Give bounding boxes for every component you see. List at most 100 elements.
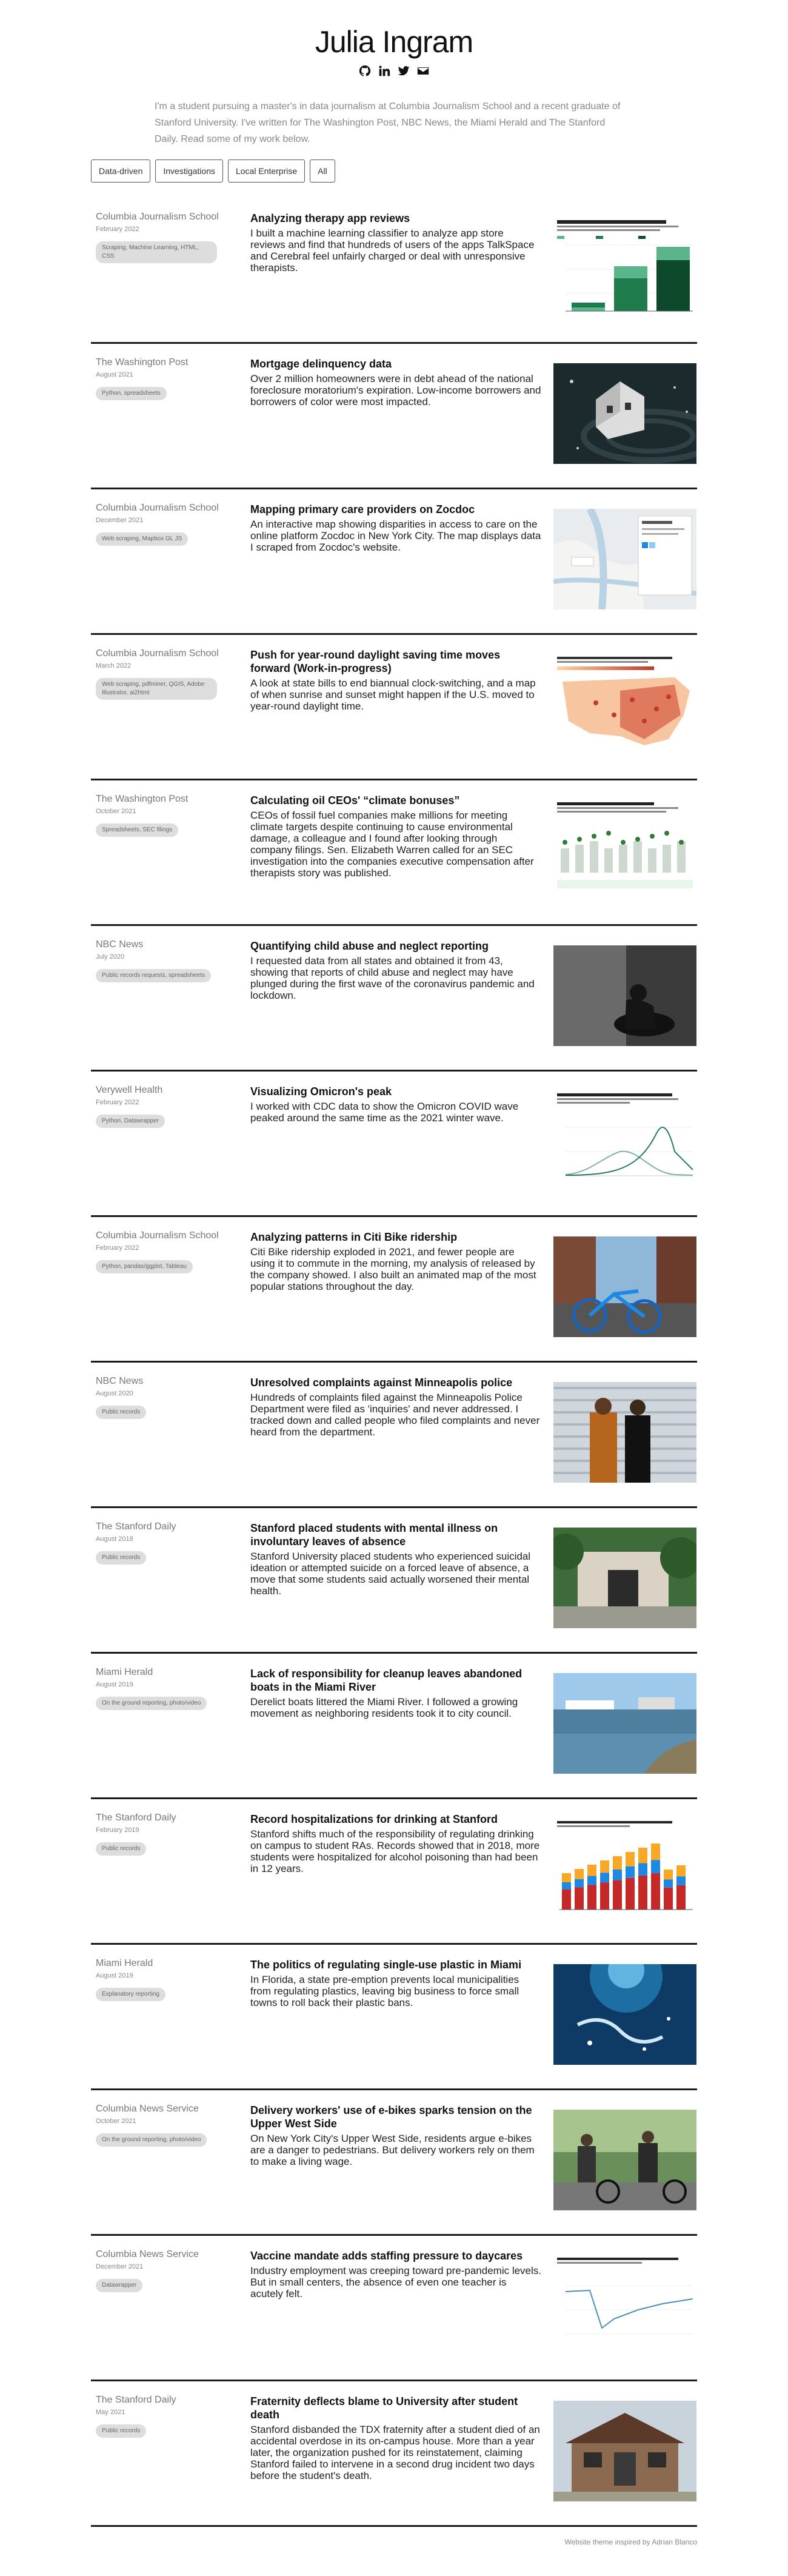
project-tags: Spreadsheets, SEC filings bbox=[96, 823, 179, 837]
project-description: A look at state bills to end biannual cl… bbox=[250, 677, 536, 712]
project-title-link[interactable]: Vaccine mandate adds staffing pressure t… bbox=[250, 2249, 541, 2262]
project-outlet: Columbia Journalism School bbox=[96, 503, 219, 513]
bar-chart-thumb[interactable] bbox=[553, 218, 696, 318]
project-meta: Miami Herald August 2019 On the ground r… bbox=[96, 1667, 247, 1710]
line-chart-thumb[interactable] bbox=[553, 1091, 696, 1192]
project-item[interactable]: Miami Herald August 2019 On the ground r… bbox=[91, 1654, 697, 1799]
project-title-link[interactable]: Mapping primary care providers on Zocdoc bbox=[250, 503, 541, 516]
project-tags: On the ground reporting, photo/video bbox=[96, 2133, 207, 2147]
project-meta: Columbia Journalism School March 2022 We… bbox=[96, 648, 247, 700]
river-photo-thumb[interactable] bbox=[553, 1673, 696, 1774]
filter-data-driven[interactable]: Data-driven bbox=[91, 159, 151, 183]
us-map-thumb[interactable] bbox=[553, 654, 696, 755]
project-description: Industry employment was creeping toward … bbox=[250, 2265, 542, 2299]
bikes-photo-thumb[interactable] bbox=[553, 1236, 696, 1337]
ebikes-photo-thumb[interactable] bbox=[553, 2110, 696, 2210]
project-item[interactable]: The Washington Post October 2021 Spreads… bbox=[91, 780, 697, 926]
project-tags: On the ground reporting, photo/video bbox=[96, 1697, 207, 1710]
project-item[interactable]: Columbia Journalism School February 2022… bbox=[91, 1217, 697, 1363]
project-description: Stanford disbanded the TDX fraternity af… bbox=[250, 2424, 540, 2481]
project-description: Over 2 million homeowners were in debt a… bbox=[250, 373, 541, 408]
project-item[interactable]: Columbia News Service December 2021 Data… bbox=[91, 2236, 697, 2381]
project-title-link[interactable]: Unresolved complaints against Minneapoli… bbox=[250, 1376, 541, 1389]
project-item[interactable]: Columbia Journalism School December 2021… bbox=[91, 489, 697, 635]
project-description: I requested data from all states and obt… bbox=[250, 955, 535, 1001]
project-description: In Florida, a state pre-emption prevents… bbox=[250, 1974, 519, 2008]
project-title-link[interactable]: Visualizing Omicron's peak bbox=[250, 1085, 541, 1098]
project-body: Lack of responsibility for cleanup leave… bbox=[250, 1667, 541, 1719]
project-meta: Verywell Health February 2022 Python, Da… bbox=[96, 1085, 247, 1128]
project-title-link[interactable]: Push for year-round daylight saving time… bbox=[250, 648, 541, 675]
project-item[interactable]: Columbia Journalism School February 2022… bbox=[91, 198, 697, 344]
project-meta: Miami Herald August 2019 Explanatory rep… bbox=[96, 1958, 247, 2001]
filter-investigations[interactable]: Investigations bbox=[155, 159, 223, 183]
project-outlet: Verywell Health bbox=[96, 1085, 163, 1095]
people-photo-thumb[interactable] bbox=[553, 1382, 696, 1483]
project-list: Columbia Journalism School February 2022… bbox=[0, 198, 788, 2527]
project-title-link[interactable]: Quantifying child abuse and neglect repo… bbox=[250, 939, 541, 953]
project-item[interactable]: Verywell Health February 2022 Python, Da… bbox=[91, 1072, 697, 1217]
project-title-link[interactable]: Lack of responsibility for cleanup leave… bbox=[250, 1667, 541, 1694]
project-outlet: The Stanford Daily bbox=[96, 2395, 176, 2405]
project-outlet: Columbia News Service bbox=[96, 2249, 199, 2259]
page: Julia Ingram I'm a student pursuing a ma… bbox=[0, 0, 788, 2576]
project-title-link[interactable]: Stanford placed students with mental ill… bbox=[250, 1521, 541, 1548]
house-photo-thumb[interactable] bbox=[553, 2401, 696, 2501]
filter-bar: Data-driven Investigations Local Enterpr… bbox=[91, 159, 788, 183]
project-body: Visualizing Omicron's peak I worked with… bbox=[250, 1085, 541, 1124]
project-item[interactable]: NBC News July 2020 Public records reques… bbox=[91, 926, 697, 1072]
project-body: Mortgage delinquency data Over 2 million… bbox=[250, 357, 541, 408]
project-date: February 2022 bbox=[96, 1244, 139, 1252]
project-date: December 2021 bbox=[96, 517, 144, 524]
project-item[interactable]: Miami Herald August 2019 Explanatory rep… bbox=[91, 1945, 697, 2090]
ocean-photo-thumb[interactable] bbox=[553, 1964, 696, 2065]
project-item[interactable]: The Stanford Daily August 2018 Public re… bbox=[91, 1508, 697, 1654]
project-body: Analyzing therapy app reviews I built a … bbox=[250, 212, 541, 273]
project-date: October 2021 bbox=[96, 2118, 136, 2125]
project-meta: The Stanford Daily February 2019 Public … bbox=[96, 1813, 247, 1856]
map-thumb[interactable] bbox=[553, 509, 696, 609]
project-item[interactable]: Columbia Journalism School March 2022 We… bbox=[91, 635, 697, 780]
project-item[interactable]: The Washington Post August 2021 Python, … bbox=[91, 344, 697, 489]
bw-photo-thumb[interactable] bbox=[553, 945, 696, 1046]
project-title-link[interactable]: Calculating oil CEOs' “climate bonuses” bbox=[250, 794, 541, 807]
project-tags: Web scraping, Mapbox GL JS bbox=[96, 532, 189, 546]
linkedin-icon[interactable] bbox=[378, 64, 391, 78]
project-description: Hundreds of complaints filed against the… bbox=[250, 1392, 540, 1438]
project-body: Calculating oil CEOs' “climate bonuses” … bbox=[250, 794, 541, 879]
building-photo-thumb[interactable] bbox=[553, 1528, 696, 1628]
filter-local-enterprise[interactable]: Local Enterprise bbox=[227, 159, 306, 183]
project-date: February 2022 bbox=[96, 1099, 139, 1106]
project-title-link[interactable]: Fraternity deflects blame to University … bbox=[250, 2395, 541, 2421]
project-title-link[interactable]: The politics of regulating single-use pl… bbox=[250, 1958, 541, 1971]
project-body: Record hospitalizations for drinking at … bbox=[250, 1813, 541, 1874]
project-item[interactable]: Columbia News Service October 2021 On th… bbox=[91, 2090, 697, 2236]
project-item[interactable]: The Stanford Daily May 2021 Public recor… bbox=[91, 2381, 697, 2527]
project-body: Vaccine mandate adds staffing pressure t… bbox=[250, 2249, 541, 2299]
project-item[interactable]: NBC News August 2020 Public records Unre… bbox=[91, 1363, 697, 1508]
project-meta: The Stanford Daily August 2018 Public re… bbox=[96, 1521, 247, 1565]
footer-credit: Website theme inspired by Adrian Blanco bbox=[564, 2538, 697, 2546]
project-body: Unresolved complaints against Minneapoli… bbox=[250, 1376, 541, 1438]
twitter-icon[interactable] bbox=[397, 64, 410, 78]
stacked-bar-thumb[interactable] bbox=[553, 1819, 696, 1919]
project-description: An interactive map showing disparities i… bbox=[250, 518, 541, 553]
project-meta: Columbia News Service October 2021 On th… bbox=[96, 2104, 247, 2147]
project-title-link[interactable]: Analyzing therapy app reviews bbox=[250, 212, 541, 225]
project-meta: The Washington Post August 2021 Python, … bbox=[96, 357, 247, 400]
project-title-link[interactable]: Mortgage delinquency data bbox=[250, 357, 541, 371]
line-chart-2-thumb[interactable] bbox=[553, 2255, 696, 2356]
filter-all[interactable]: All bbox=[310, 159, 335, 183]
house-illustration-thumb[interactable] bbox=[553, 363, 696, 464]
project-tags: Public records bbox=[96, 2424, 147, 2438]
project-date: August 2021 bbox=[96, 371, 133, 378]
project-date: February 2019 bbox=[96, 1826, 139, 1834]
project-title-link[interactable]: Record hospitalizations for drinking at … bbox=[250, 1813, 541, 1826]
github-icon[interactable] bbox=[358, 64, 372, 78]
dot-chart-thumb[interactable] bbox=[553, 800, 696, 901]
project-title-link[interactable]: Analyzing patterns in Citi Bike ridershi… bbox=[250, 1230, 541, 1244]
email-icon[interactable] bbox=[416, 64, 430, 78]
project-item[interactable]: The Stanford Daily February 2019 Public … bbox=[91, 1799, 697, 1945]
project-outlet: Columbia Journalism School bbox=[96, 1230, 219, 1241]
project-title-link[interactable]: Delivery workers' use of e-bikes sparks … bbox=[250, 2104, 541, 2130]
